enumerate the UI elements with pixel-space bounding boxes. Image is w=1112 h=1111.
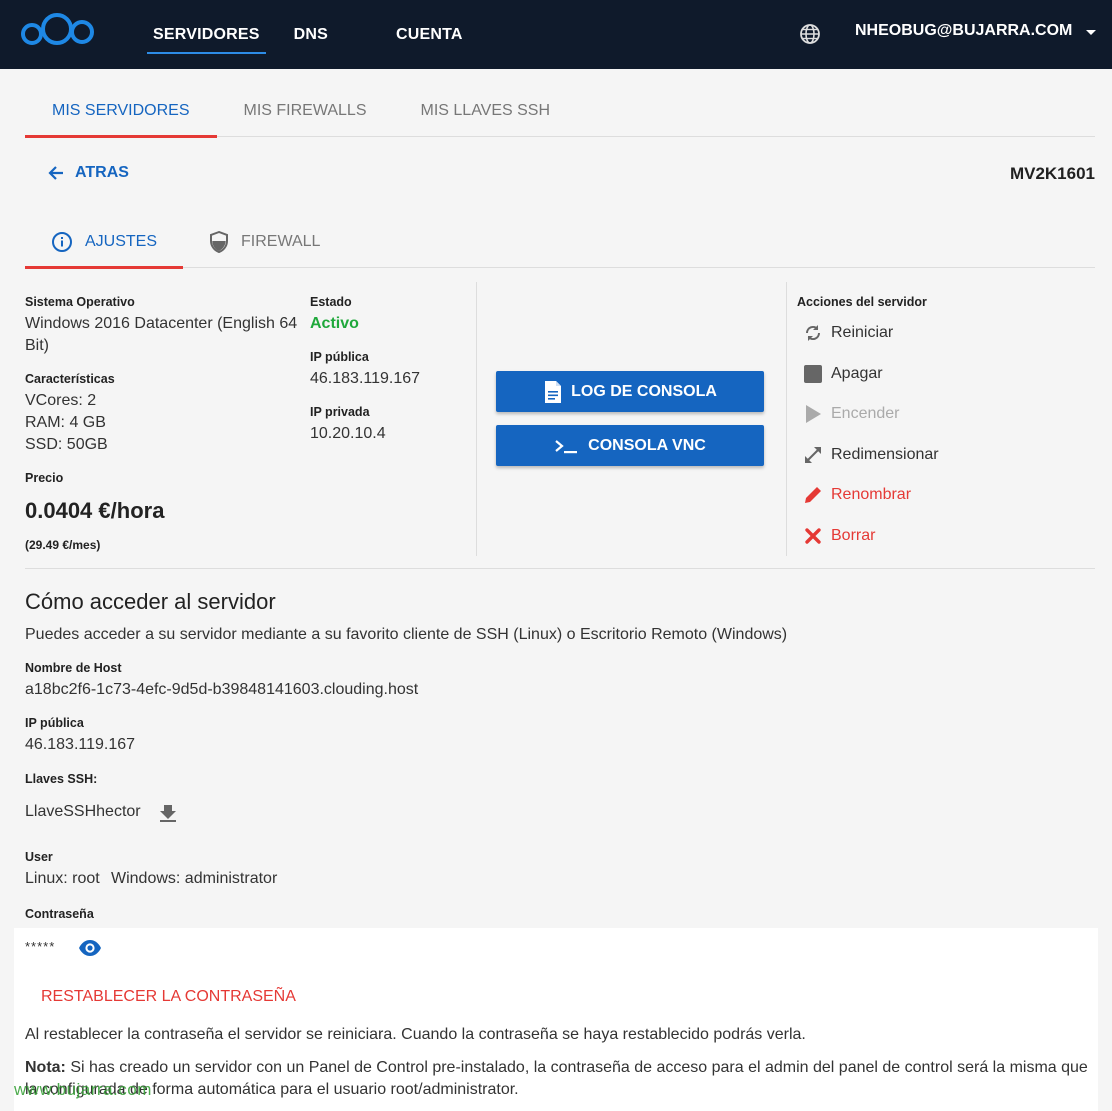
note-line2: la configurada de forma automática para … xyxy=(25,1081,519,1098)
delete-label: Borrar xyxy=(831,527,876,544)
server-name: MV2K1601 xyxy=(1009,164,1095,183)
ssh-key-name: LlaveSSHhector xyxy=(25,803,141,820)
os-value-line1: Windows 2016 Datacenter (English 64 xyxy=(25,315,298,332)
note-line1: Nota: Si has creado un servidor con un P… xyxy=(25,1057,1090,1079)
server-subtabs: MIS SERVIDORES MIS FIREWALLS MIS LLAVES … xyxy=(25,85,1095,138)
clouding-logo-icon[interactable] xyxy=(20,10,96,48)
access-ip-value: 46.183.119.167 xyxy=(25,736,136,753)
tab-firewall-label: FIREWALL xyxy=(241,233,321,250)
stop-icon xyxy=(802,363,824,385)
tab-mis-firewalls[interactable]: MIS FIREWALLS xyxy=(217,85,394,137)
tab-ajustes-label: AJUSTES xyxy=(85,233,158,250)
chevron-down-icon xyxy=(1086,29,1097,35)
shutdown-label: Apagar xyxy=(831,365,883,382)
tab-ajustes[interactable]: AJUSTES xyxy=(25,216,184,269)
host-value: a18bc2f6-1c73-4efc-9d5d-b39848141603.clo… xyxy=(25,681,419,698)
arrow-left-icon xyxy=(48,166,63,180)
watermark: www.bujarra.com xyxy=(14,1080,152,1099)
note-text: Si has creado un servidor con un Panel d… xyxy=(65,1059,1088,1076)
rename-label: Renombrar xyxy=(831,486,912,503)
console-log-label: LOG DE CONSOLA xyxy=(571,382,717,400)
user-menu[interactable]: NHEOBUG@BUJARRA.COM xyxy=(855,22,1097,40)
power-on-action[interactable]: Encender xyxy=(802,403,900,425)
info-icon xyxy=(52,232,72,252)
status-badge: Activo xyxy=(310,315,359,332)
main-nav: SERVIDORES DNS CUENTA xyxy=(147,0,491,69)
terminal-icon xyxy=(555,439,578,453)
password-label: Contraseña xyxy=(25,907,94,921)
ssd-value: SSD: 50GB xyxy=(25,436,108,453)
nav-cuenta[interactable]: CUENTA xyxy=(390,0,469,69)
resize-label: Redimensionar xyxy=(831,446,939,463)
ssh-keys-label: Llaves SSH: xyxy=(25,772,98,786)
back-label: ATRAS xyxy=(75,164,129,181)
os-label: Sistema Operativo xyxy=(25,295,135,309)
user-email: NHEOBUG@BUJARRA.COM xyxy=(855,22,1073,39)
restart-icon xyxy=(802,322,824,344)
tab-mis-llaves-ssh[interactable]: MIS LLAVES SSH xyxy=(394,85,578,137)
price-month: (29.49 €/mes) xyxy=(25,538,101,552)
reset-password-link[interactable]: RESTABLECER LA CONTRASEÑA xyxy=(41,988,296,1006)
tab-firewall[interactable]: FIREWALL xyxy=(183,216,346,268)
power-on-label: Encender xyxy=(831,405,900,422)
user-label: User xyxy=(25,850,53,864)
price-value: 0.0404 €/hora xyxy=(25,498,165,523)
restart-action[interactable]: Reiniciar xyxy=(802,322,893,344)
server-tabs: AJUSTES FIREWALL xyxy=(25,216,1095,269)
document-icon xyxy=(545,380,562,403)
download-icon[interactable] xyxy=(158,803,178,823)
divider xyxy=(476,282,477,556)
delete-action[interactable]: Borrar xyxy=(802,525,875,547)
price-label: Precio xyxy=(25,471,64,485)
password-value: ***** xyxy=(25,939,56,954)
divider xyxy=(786,282,787,556)
restart-label: Reiniciar xyxy=(831,324,894,341)
private-ip-value: 10.20.10.4 xyxy=(310,425,386,442)
specs-label: Características xyxy=(25,372,115,386)
shield-icon xyxy=(210,231,229,253)
access-description: Puedes acceder a su servidor mediante a … xyxy=(25,626,788,643)
divider xyxy=(25,568,1095,569)
globe-icon[interactable] xyxy=(798,22,822,46)
reset-info: Al restablecer la contraseña el servidor… xyxy=(25,1026,806,1043)
actions-title: Acciones del servidor xyxy=(797,295,927,309)
pencil-icon xyxy=(802,484,824,506)
public-ip-value: 46.183.119.167 xyxy=(310,370,421,387)
os-value-line2: Bit) xyxy=(25,337,49,354)
ram-value: RAM: 4 GB xyxy=(25,414,106,431)
eye-icon[interactable] xyxy=(78,938,102,958)
note-bold: Nota: xyxy=(25,1059,66,1076)
public-ip-label: IP pública xyxy=(310,350,369,364)
user-linux: Linux: root xyxy=(25,870,100,887)
access-ip-label: IP pública xyxy=(25,716,84,730)
shutdown-action[interactable]: Apagar xyxy=(802,363,883,385)
rename-action[interactable]: Renombrar xyxy=(802,484,911,506)
private-ip-label: IP privada xyxy=(310,405,370,419)
nav-dns[interactable]: DNS xyxy=(288,0,334,69)
resize-action[interactable]: Redimensionar xyxy=(802,444,939,466)
status-label: Estado xyxy=(310,295,352,309)
vnc-console-label: CONSOLA VNC xyxy=(588,436,706,454)
vnc-console-button[interactable]: CONSOLA VNC xyxy=(496,425,764,466)
console-log-button[interactable]: LOG DE CONSOLA xyxy=(496,371,764,412)
vcores-value: VCores: 2 xyxy=(25,392,97,409)
resize-icon xyxy=(802,444,824,466)
nav-servidores[interactable]: SERVIDORES xyxy=(147,0,266,69)
close-icon xyxy=(802,525,824,547)
user-windows: Windows: administrator xyxy=(111,870,278,887)
access-title: Cómo acceder al servidor xyxy=(25,589,276,614)
tab-mis-servidores[interactable]: MIS SERVIDORES xyxy=(25,85,217,138)
play-icon xyxy=(802,403,824,425)
back-button[interactable]: ATRAS xyxy=(47,164,129,182)
host-label: Nombre de Host xyxy=(25,661,122,675)
top-bar: SERVIDORES DNS CUENTA NHEOBUG@BUJARRA.CO… xyxy=(0,0,1112,69)
